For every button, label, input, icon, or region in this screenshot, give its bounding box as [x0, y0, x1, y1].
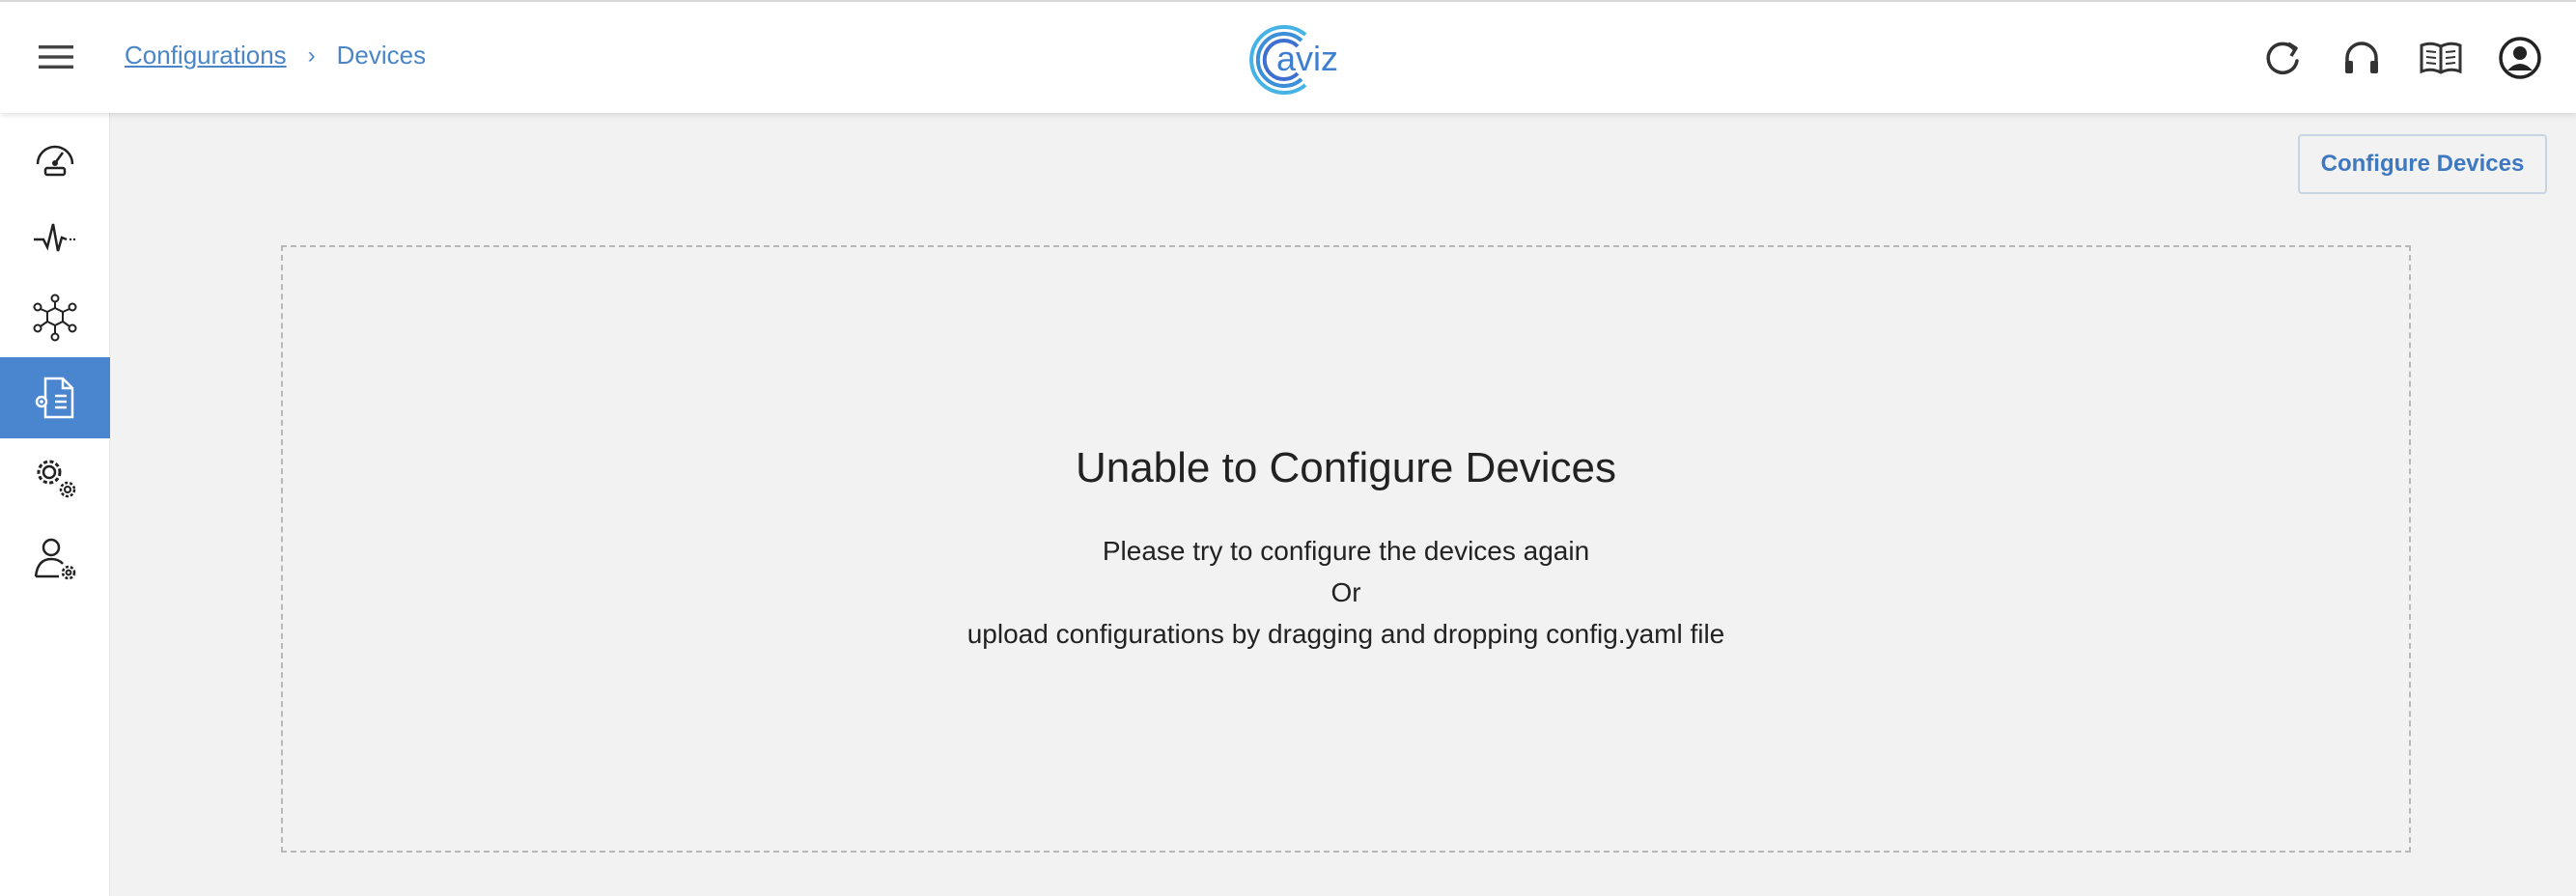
- sidebar-item-monitoring[interactable]: [0, 197, 110, 278]
- config-file-dropzone[interactable]: Unable to Configure Devices Please try t…: [281, 245, 2411, 853]
- pulse-monitor-icon: [34, 223, 76, 252]
- configure-devices-button[interactable]: Configure Devices: [2298, 134, 2547, 194]
- sidebar-item-network[interactable]: [0, 277, 110, 358]
- config-document-icon: [35, 377, 74, 419]
- sidebar-item-settings[interactable]: [0, 437, 110, 518]
- sidebar-item-dashboard[interactable]: [0, 116, 110, 197]
- dropzone-title: Unable to Configure Devices: [1075, 444, 1617, 491]
- hamburger-menu-icon[interactable]: [39, 42, 73, 71]
- header-actions: [2259, 35, 2543, 81]
- breadcrumb-current-devices: Devices: [336, 41, 427, 70]
- breadcrumb: Configurations › Devices: [125, 41, 426, 70]
- user-settings-icon: [34, 538, 76, 580]
- aviz-logo: aviz: [1246, 21, 1338, 98]
- sidebar-item-user-management[interactable]: [0, 518, 110, 600]
- dashboard-gauge-icon: [36, 145, 74, 177]
- breadcrumb-link-configurations[interactable]: Configurations: [125, 41, 287, 70]
- dropzone-message-retry: Please try to configure the devices agai…: [1102, 536, 1590, 566]
- dropzone-message-or: Or: [1330, 577, 1361, 607]
- refresh-icon[interactable]: [2259, 35, 2306, 81]
- breadcrumb-separator: ›: [307, 42, 316, 69]
- headset-icon[interactable]: [2338, 35, 2385, 81]
- account-icon[interactable]: [2497, 35, 2543, 81]
- top-header: Configurations › Devices aviz: [0, 0, 2576, 113]
- dropzone-message-upload: upload configurations by dragging and dr…: [966, 619, 1725, 649]
- logo-text: aviz: [1276, 39, 1339, 78]
- settings-gears-icon: [37, 460, 76, 498]
- sidebar: [0, 113, 110, 896]
- network-cube-icon: [33, 294, 77, 342]
- sidebar-item-configurations[interactable]: [0, 357, 110, 438]
- docs-book-icon[interactable]: [2418, 35, 2464, 81]
- main-content: Configure Devices Unable to Configure De…: [110, 113, 2576, 896]
